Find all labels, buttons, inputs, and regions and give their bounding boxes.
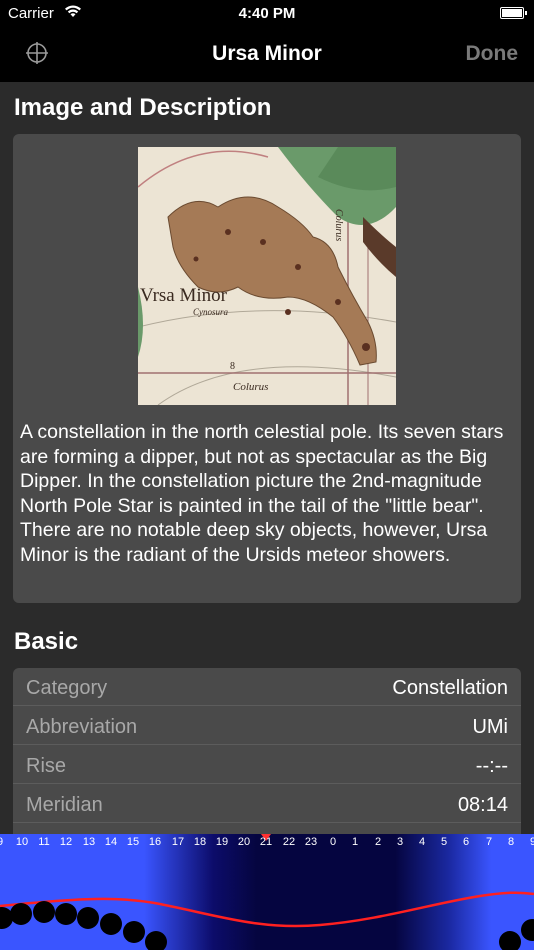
timeline-graph — [0, 834, 534, 950]
hour-label: 17 — [171, 836, 185, 848]
hour-label: 8 — [507, 836, 515, 848]
row-category: Category Constellation — [13, 668, 521, 706]
image-label-num: 8 — [230, 361, 235, 372]
basic-section-title: Basic — [14, 628, 79, 655]
image-label-coluri-b: Colurus — [333, 209, 344, 241]
row-label: Meridian — [26, 794, 103, 816]
hour-label: 2 — [374, 836, 382, 848]
description-text: A constellation in the north celestial p… — [20, 421, 504, 566]
image-label-coluri-a: Colurus — [233, 381, 268, 393]
hour-label: 10 — [15, 836, 29, 848]
row-rise: Rise --:-- — [13, 746, 521, 784]
image-section-title: Image and Description — [14, 94, 272, 121]
hour-label: 6 — [462, 836, 470, 848]
hour-label: 20 — [237, 836, 251, 848]
hour-label: 22 — [282, 836, 296, 848]
hour-label: 3 — [396, 836, 404, 848]
hour-label: 11 — [38, 836, 50, 848]
row-label: Category — [26, 677, 108, 699]
status-time: 4:40 PM — [238, 5, 296, 22]
navigation-bar: Ursa Minor Done — [0, 28, 534, 82]
hour-label: 15 — [126, 836, 140, 848]
altitude-timeline[interactable]: 9 10 11 12 13 14 15 16 17 18 19 20 21 22… — [0, 834, 534, 950]
hour-label: 19 — [215, 836, 229, 848]
row-meridian: Meridian 08:14 — [13, 785, 521, 823]
image-label-sub: Cynosura — [193, 307, 229, 317]
hour-label: 5 — [440, 836, 448, 848]
hour-label: 1 — [351, 836, 359, 848]
hour-label: 14 — [104, 836, 118, 848]
hour-label: 18 — [193, 836, 207, 848]
image-label-name: Vrsa Minor — [140, 285, 228, 306]
page-title: Ursa Minor — [212, 42, 322, 65]
detail-scroll-view[interactable]: Image and Description Vrsa Minor Cynosur… — [0, 82, 534, 834]
hour-label: 21 — [259, 836, 273, 848]
row-value: 08:14 — [457, 794, 508, 816]
hour-label: 23 — [304, 836, 318, 848]
row-set — [13, 824, 521, 834]
row-abbreviation: Abbreviation UMi — [13, 707, 521, 745]
hour-label: 7 — [485, 836, 493, 848]
row-value: --:-- — [475, 755, 508, 777]
description-card: Vrsa Minor Cynosura Colurus 8 Colurus A … — [13, 134, 521, 603]
battery-icon — [500, 7, 527, 19]
hour-label: 16 — [148, 836, 162, 848]
basic-info-card: Category Constellation Abbreviation UMi … — [13, 668, 521, 834]
hour-label: 9 — [529, 836, 534, 848]
hour-label: 12 — [59, 836, 73, 848]
row-value: UMi — [472, 716, 508, 738]
status-bar: Carrier 4:40 PM — [0, 0, 534, 28]
done-button[interactable]: Done — [466, 42, 519, 66]
row-value: Constellation — [392, 677, 508, 699]
hour-labels: 9 10 11 12 13 14 15 16 17 18 19 20 21 22… — [0, 836, 534, 850]
row-label: Rise — [26, 755, 67, 777]
constellation-image: Vrsa Minor Cynosura Colurus 8 Colurus — [138, 147, 396, 405]
hour-label: 0 — [329, 836, 337, 848]
row-label: Abbreviation — [26, 716, 138, 738]
hour-label: 4 — [418, 836, 426, 848]
hour-label: 13 — [82, 836, 96, 848]
